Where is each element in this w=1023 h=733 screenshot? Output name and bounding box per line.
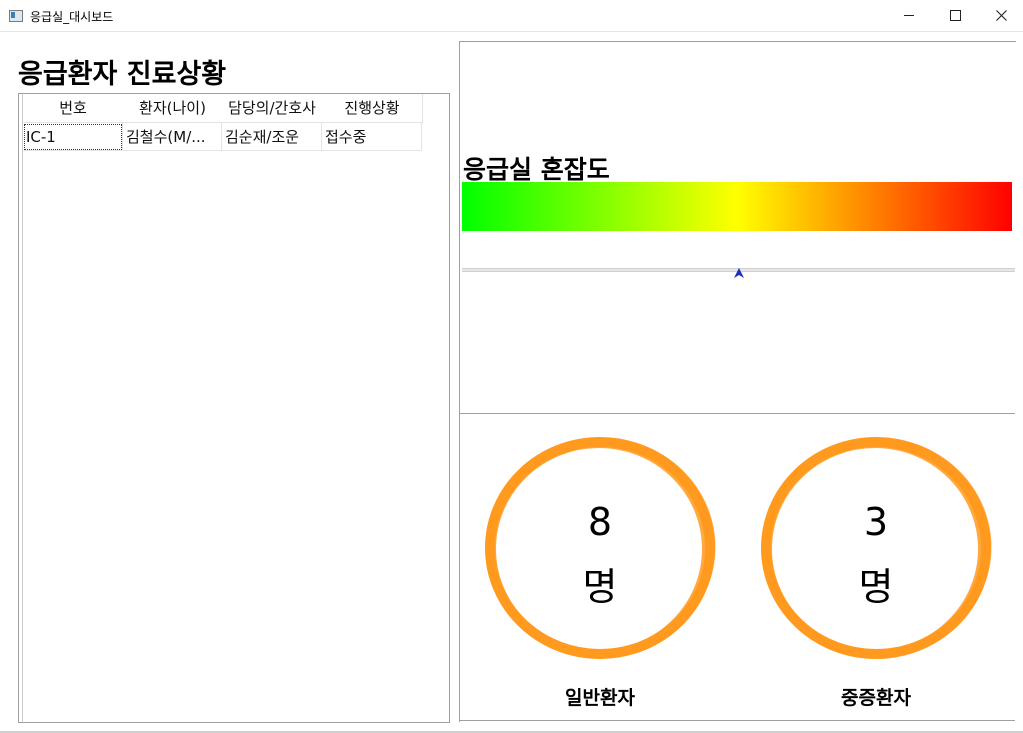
panel-bottom-border: [460, 720, 1015, 721]
slider-arrow-icon: [733, 268, 744, 278]
column-header-status[interactable]: 진행상황: [322, 94, 423, 123]
congestion-gradient-bar: [462, 182, 1012, 231]
maximize-button[interactable]: [932, 0, 978, 31]
cell-staff[interactable]: 김순재/조운: [222, 123, 322, 151]
panel-divider: [460, 413, 1015, 414]
congestion-slider-thumb[interactable]: [733, 267, 745, 279]
column-header-staff[interactable]: 담당의/간호사: [222, 94, 323, 123]
general-patients-count: 8: [587, 500, 613, 544]
general-patients-unit: 명: [582, 565, 618, 609]
congestion-title: 응급실 혼잡도: [463, 155, 610, 184]
close-icon: [995, 10, 1007, 21]
patient-grid[interactable]: 번호 환자(나이) 담당의/간호사 진행상황 IC-1 김철수(M/... 김순…: [18, 93, 450, 723]
general-patients-label: 일반환자: [565, 687, 635, 709]
critical-patients-ring: [761, 437, 992, 659]
maximize-icon: [949, 10, 961, 21]
cell-number[interactable]: IC-1: [23, 123, 123, 151]
window-title: 응급실_대시보드: [30, 10, 114, 24]
general-patients-ring: [485, 437, 716, 659]
column-header-patient[interactable]: 환자(나이): [123, 94, 223, 123]
column-header-number[interactable]: 번호: [23, 94, 124, 123]
critical-patients-count: 3: [863, 500, 889, 544]
app-icon: [9, 10, 23, 22]
minimize-icon: [904, 15, 914, 16]
minimize-button[interactable]: [886, 0, 932, 31]
title-bar: 응급실_대시보드: [0, 0, 1023, 32]
patients-title: 응급환자 진료상황: [18, 59, 227, 90]
critical-patients-unit: 명: [858, 565, 894, 609]
cell-patient[interactable]: 김철수(M/...: [123, 123, 222, 151]
patient-grid-body: 번호 환자(나이) 담당의/간호사 진행상황 IC-1 김철수(M/... 김순…: [22, 94, 449, 722]
cell-status[interactable]: 접수중: [322, 123, 422, 151]
critical-patients-label: 중증환자: [841, 687, 911, 709]
close-button[interactable]: [978, 0, 1023, 31]
